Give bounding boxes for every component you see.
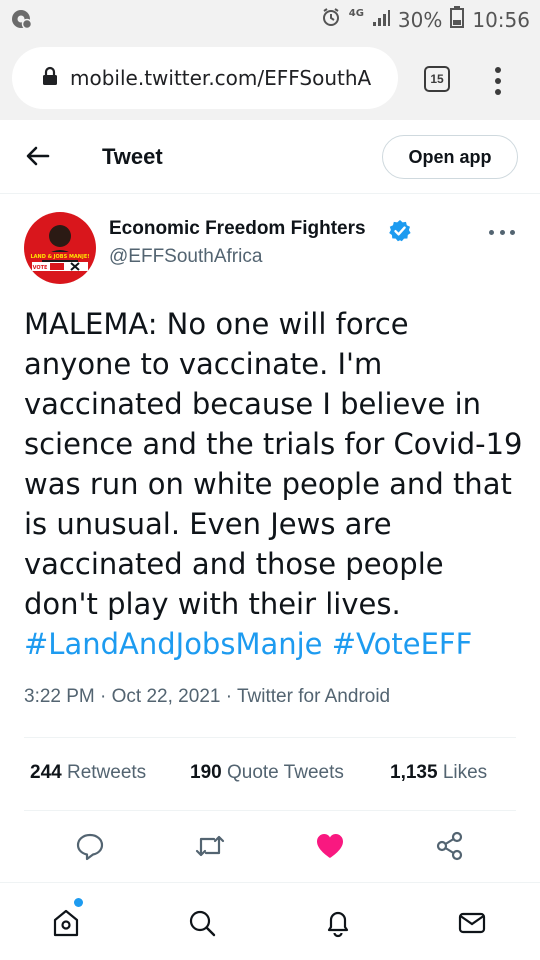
share-icon[interactable]	[432, 828, 468, 864]
avatar-vote-text: VOTE	[33, 265, 48, 271]
reply-icon[interactable]	[72, 828, 108, 864]
quote-label: Quote Tweets	[226, 762, 344, 783]
clock: 10:56	[472, 7, 530, 32]
android-settings-icon	[10, 8, 33, 34]
avatar[interactable]: LAND & JOBS MANJE! VOTE	[24, 212, 96, 284]
divider	[24, 737, 516, 738]
avatar-banner-text: LAND & JOBS MANJE!	[30, 254, 89, 260]
status-bar: 4G 30% 10:56	[0, 0, 540, 38]
lock-icon[interactable]	[42, 66, 58, 91]
author-name[interactable]: Economic Freedom Fighters	[109, 218, 366, 240]
page-header: Tweet Open app	[0, 120, 540, 194]
tweet-date[interactable]: Oct 22, 2021	[112, 686, 221, 707]
browser-menu-button[interactable]	[488, 64, 508, 98]
retweets-label: Retweets	[66, 762, 147, 783]
like-icon[interactable]	[312, 828, 348, 864]
likes-label: Likes	[442, 762, 488, 783]
separator-dot: ·	[100, 686, 112, 707]
more-options-icon[interactable]	[489, 222, 515, 242]
url-text[interactable]: mobile.twitter.com/EFFSouthA	[70, 66, 371, 90]
quote-tweets-stat[interactable]: 190 Quote Tweets	[190, 762, 344, 784]
tweet-actions	[0, 828, 540, 864]
battery-percent: 30%	[397, 7, 443, 32]
battery-icon	[450, 6, 465, 33]
open-app-button[interactable]: Open app	[382, 135, 518, 179]
tweet-metadata: 3:22 PM · Oct 22, 2021 · Twitter for And…	[24, 686, 390, 708]
bottom-navigation	[0, 882, 540, 960]
quote-count: 190	[190, 762, 222, 783]
search-icon[interactable]	[184, 905, 220, 941]
separator-dot: ·	[225, 686, 237, 707]
verified-badge-icon	[388, 219, 412, 243]
likes-count: 1,135	[390, 762, 438, 783]
hashtag-link[interactable]: #LandAndJobsManje	[24, 627, 323, 661]
retweets-stat[interactable]: 244 Retweets	[30, 762, 146, 784]
address-bar[interactable]: mobile.twitter.com/EFFSouthA	[12, 47, 398, 109]
signal-icon	[372, 8, 390, 32]
page-title: Tweet	[102, 144, 163, 169]
likes-stat[interactable]: 1,135 Likes	[390, 762, 487, 784]
messages-icon[interactable]	[454, 905, 490, 941]
author-handle[interactable]: @EFFSouthAfrica	[109, 246, 262, 268]
tab-switcher-button[interactable]: 15	[424, 66, 450, 92]
alarm-icon	[321, 7, 341, 32]
home-icon[interactable]	[48, 905, 84, 941]
retweets-count: 244	[30, 762, 62, 783]
tweet-source[interactable]: Twitter for Android	[237, 686, 390, 707]
browser-toolbar: mobile.twitter.com/EFFSouthA 15	[0, 38, 540, 120]
tweet-body: MALEMA: No one will force anyone to vacc…	[24, 307, 523, 621]
tweet-time[interactable]: 3:22 PM	[24, 686, 95, 707]
divider	[24, 810, 516, 811]
hashtag-link[interactable]: #VoteEFF	[332, 627, 473, 661]
back-arrow-icon[interactable]	[24, 142, 52, 170]
notifications-icon[interactable]	[320, 905, 356, 941]
network-type: 4G	[348, 8, 364, 19]
tweet-text: MALEMA: No one will force anyone to vacc…	[24, 304, 524, 664]
retweet-icon[interactable]	[192, 828, 228, 864]
